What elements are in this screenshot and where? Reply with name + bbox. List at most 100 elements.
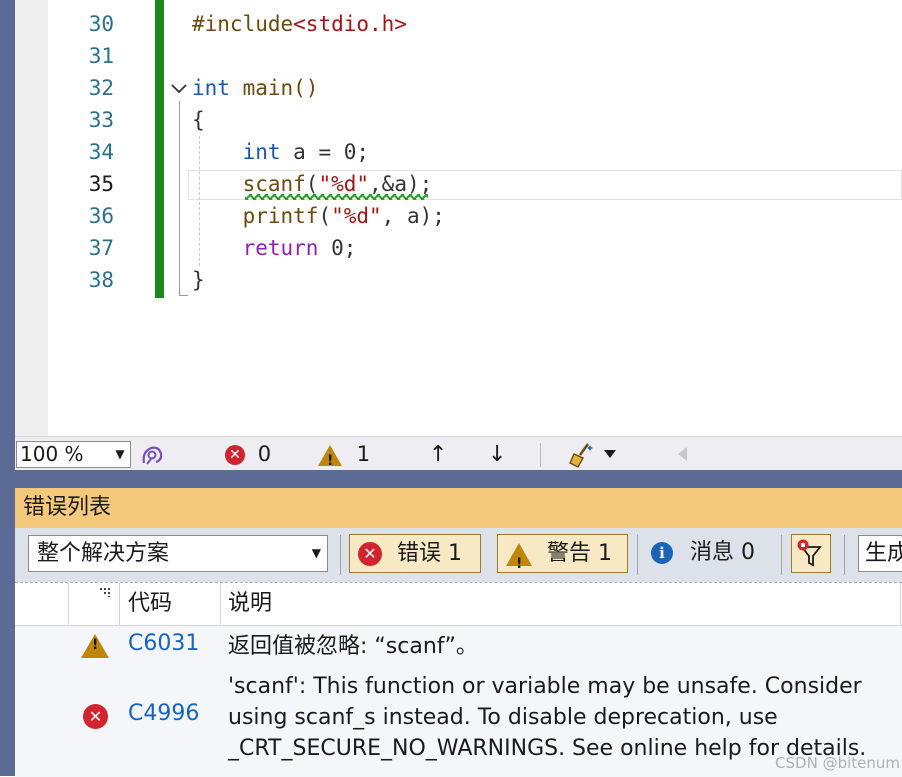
error-code-link[interactable]: C4996 (128, 701, 199, 726)
scope-dropdown[interactable]: 整个解决方案 ▼ (28, 535, 328, 572)
change-indicator-bar (155, 0, 164, 298)
error-list-grid: 代码 说明 ! C6031 返回值被忽略: “scanf”。 ✕ C4996 '… (15, 582, 902, 777)
status-separator (540, 443, 541, 467)
caret-down-icon[interactable] (603, 449, 617, 459)
line-number: 31 (88, 44, 114, 68)
code-text: return 0; (192, 232, 357, 264)
warning-squiggle (245, 194, 428, 200)
build-source-dropdown[interactable]: 生成 (858, 535, 902, 572)
code-text: int main() (192, 72, 318, 104)
intellicode-icon[interactable] (139, 442, 165, 468)
code-text: { (192, 104, 205, 136)
code-token: int (192, 76, 230, 100)
scroll-left-icon[interactable] (676, 446, 688, 462)
column-header-description[interactable]: 说明 (228, 583, 272, 625)
code-token: scanf (242, 172, 306, 196)
messages-filter-label: 消息 0 (690, 540, 755, 565)
error-count: 0 (257, 442, 272, 466)
zoom-select[interactable]: 100 % ▼ (16, 441, 131, 468)
toolbar-separator (844, 535, 845, 575)
warnings-filter-label: 警告 1 (547, 541, 612, 566)
caret-down-icon[interactable]: ▼ (110, 442, 130, 467)
arrow-down-icon[interactable]: ↓ (488, 441, 506, 468)
code-token: return (242, 236, 319, 260)
watermark: CSDN @bitenum (775, 754, 900, 772)
editor-gutter (15, 0, 48, 436)
code-editor[interactable] (48, 0, 902, 436)
error-code-link[interactable]: C6031 (128, 631, 199, 656)
error-description: 返回值被忽略: “scanf”。 (228, 634, 478, 659)
zoom-value: 100 % (20, 442, 84, 466)
code-token: #include (192, 12, 294, 36)
toolbar-separator (637, 535, 638, 575)
code-token: main() (229, 76, 319, 100)
warnings-filter-button[interactable]: ! 警告 1 (497, 534, 628, 573)
column-header-code[interactable]: 代码 (128, 583, 172, 625)
info-icon: i (651, 542, 673, 564)
arrow-up-icon[interactable]: ↑ (429, 441, 447, 468)
line-number: 32 (88, 76, 114, 100)
warning-icon: ! (318, 444, 342, 469)
errors-filter-label: 错误 1 (397, 541, 462, 566)
code-token: { (192, 108, 205, 132)
error-icon: ✕ (83, 704, 108, 729)
line-number: 35 (88, 172, 114, 196)
column-separator[interactable] (119, 583, 120, 625)
errors-filter-button[interactable]: ✕ 错误 1 (349, 534, 481, 573)
warning-count-indicator[interactable]: ! 1 (318, 441, 370, 469)
error-count-indicator[interactable]: ✕ 0 (225, 441, 271, 468)
code-token: printf (242, 204, 319, 228)
code-token: "%d" (331, 204, 382, 228)
code-token: a = 0; (280, 140, 370, 164)
code-cleanup-broom-icon[interactable] (568, 441, 596, 469)
code-text: int a = 0; (192, 136, 369, 168)
toolbar-separator (340, 535, 341, 575)
code-token: ( (305, 172, 319, 196)
error-icon: ✕ (358, 542, 382, 566)
code-token: ,&a); (369, 172, 433, 196)
scope-value: 整个解决方案 (37, 541, 170, 566)
code-token: int (242, 140, 281, 164)
code-text: #include<stdio.h> (192, 8, 407, 40)
toolbar-separator (781, 535, 782, 575)
messages-filter-button[interactable]: i 消息 0 (651, 534, 755, 573)
code-token: 0; (318, 236, 357, 260)
build-source-value: 生成 (865, 541, 902, 566)
column-separator[interactable] (220, 583, 221, 625)
code-token: <stdio.h> (293, 12, 407, 36)
column-separator[interactable] (68, 583, 69, 625)
left-frame (0, 0, 15, 776)
grid-header-row: 代码 说明 (15, 583, 902, 626)
line-number: 30 (88, 12, 114, 36)
filter-funnel-icon (797, 539, 822, 567)
table-row[interactable]: ! C6031 返回值被忽略: “scanf”。 (15, 627, 902, 667)
code-token: } (192, 268, 205, 292)
panel-divider (15, 470, 902, 488)
code-token: ( (318, 204, 332, 228)
line-number: 33 (88, 108, 114, 132)
fold-guide (179, 101, 180, 296)
line-number: 38 (88, 268, 114, 292)
line-number: 36 (88, 204, 114, 228)
warning-icon: ! (506, 542, 532, 572)
table-row[interactable]: ✕ C4996 'scanf': This function or variab… (15, 671, 902, 771)
code-token: , a); (381, 204, 445, 228)
column-separator[interactable] (900, 583, 901, 625)
error-icon: ✕ (225, 445, 245, 465)
line-number: 34 (88, 140, 114, 164)
caret-down-icon[interactable]: ▼ (312, 536, 321, 571)
editor-status-bar: 100 % ▼ ✕ 0 ! 1 ↑ ↓ (15, 436, 902, 471)
filter-button[interactable] (791, 534, 831, 573)
chevron-down-icon[interactable] (170, 82, 188, 96)
warning-icon: ! (81, 634, 109, 658)
code-text: printf("%d", a); (192, 200, 445, 232)
error-list-toolbar: 整个解决方案 ▼ ✕ 错误 1 ! 警告 1 i 消息 0 生成 (15, 528, 902, 582)
sort-grip-icon (100, 588, 110, 597)
fold-guide-end (179, 295, 188, 296)
code-text: } (192, 264, 205, 296)
error-list-title: 错误列表 (23, 495, 112, 520)
